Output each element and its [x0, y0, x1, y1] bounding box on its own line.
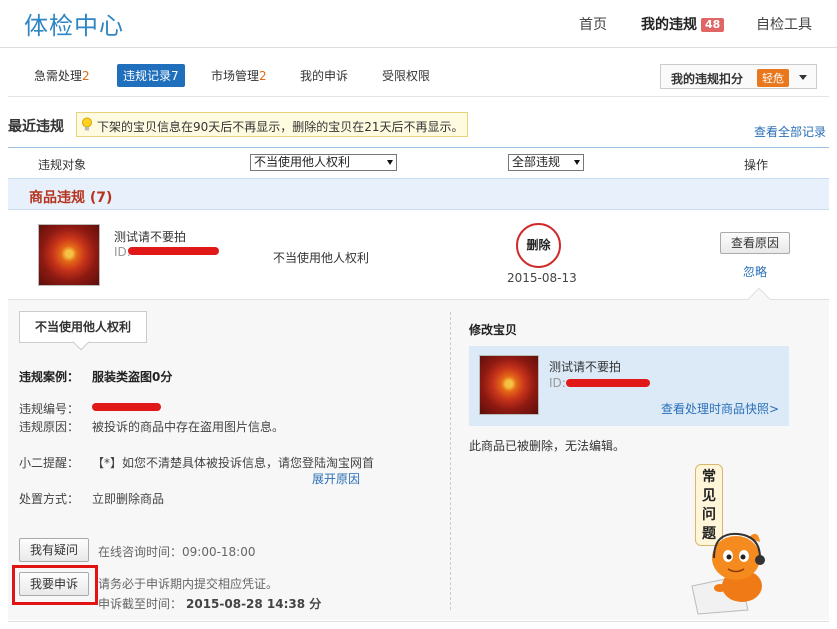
tab-violation-records[interactable]: 违规记录7	[117, 64, 185, 87]
reason-filter-value: 不当使用他人权利	[254, 155, 351, 169]
modify-item-title: 修改宝贝	[469, 323, 518, 337]
caret-down-icon	[574, 160, 580, 165]
tab-violation-records-label: 违规记录	[123, 69, 172, 83]
tab-urgent[interactable]: 急需处理2	[34, 67, 90, 84]
deduct-dropdown[interactable]: 我的违规扣分 轻危	[660, 64, 817, 89]
violations-count-badge: 48	[701, 18, 725, 32]
modify-item-id-label: ID:	[549, 376, 566, 390]
modify-item-name[interactable]: 测试请不要拍	[549, 358, 621, 375]
tab-my-appeals[interactable]: 我的申诉	[300, 67, 348, 84]
violation-reason-label: 违规原因：	[19, 420, 80, 434]
tab-violation-records-count: 7	[171, 69, 179, 83]
product-violations-header: 商品违规 (7)	[8, 178, 829, 210]
handling-method-value: 立即删除商品	[92, 492, 165, 506]
view-all-records-link[interactable]: 查看全部记录	[754, 123, 826, 140]
tab-my-appeals-label: 我的申诉	[300, 69, 349, 83]
redaction-mark	[128, 247, 219, 255]
product-thumbnail[interactable]	[38, 224, 100, 286]
expand-reason-link[interactable]: 展开原因	[312, 470, 360, 487]
violation-reason-value: 被投诉的商品中存在盗用图片信息。	[92, 420, 285, 434]
question-button[interactable]: 我有疑问	[19, 538, 89, 562]
modify-item-thumbnail[interactable]	[479, 355, 539, 415]
redaction-mark	[566, 379, 650, 387]
deleted-stamp: 删除	[516, 223, 561, 268]
header-divider	[0, 47, 837, 48]
tab-market-management-count: 2	[259, 69, 267, 83]
tip-value: 【*】如您不清楚具体被投诉信息，请您登陆淘宝网首	[92, 456, 375, 470]
violation-number-label: 违规编号：	[19, 402, 80, 416]
tab-restricted-permissions-label: 受限权限	[382, 69, 431, 83]
tab-urgent-count: 2	[82, 69, 90, 83]
redaction-mark	[92, 403, 161, 411]
tabs-divider	[8, 96, 829, 97]
bottom-divider	[8, 621, 829, 622]
tab-market-management[interactable]: 市场管理2	[211, 67, 267, 84]
column-action: 操作	[744, 158, 769, 172]
faq-char-3: 问	[702, 507, 716, 523]
nav-selfcheck-tool[interactable]: 自检工具	[756, 14, 812, 34]
mascot-icon[interactable]	[688, 528, 778, 616]
case-value: 服装类盗图0分	[92, 370, 173, 384]
violation-type-value: 全部违规	[512, 155, 561, 169]
view-snapshot-link[interactable]: 查看处理时商品快照>	[661, 400, 779, 417]
risk-level-badge: 轻危	[757, 69, 789, 87]
violation-reason: 不当使用他人权利	[273, 251, 370, 265]
deduct-label: 我的违规扣分	[671, 72, 744, 86]
column-violation-object: 违规对象	[38, 158, 87, 172]
handling-method-label: 处置方式：	[19, 492, 80, 506]
tab-market-management-label: 市场管理	[211, 69, 260, 83]
tab-restricted-permissions[interactable]: 受限权限	[382, 67, 430, 84]
consult-hours: 在线咨询时间：09:00-18:00	[98, 545, 256, 559]
violation-date: 2015-08-13	[507, 271, 577, 285]
product-name[interactable]: 测试请不要拍	[114, 228, 186, 245]
faq-char-2: 见	[702, 488, 716, 504]
view-reason-button[interactable]: 查看原因	[720, 232, 790, 254]
nav-my-violations-label: 我的违规	[641, 17, 697, 33]
reason-filter-select[interactable]: 不当使用他人权利	[250, 154, 397, 171]
violation-type-select[interactable]: 全部违规	[508, 154, 584, 171]
deadline-value: 2015-08-28 14:38 分	[186, 597, 322, 611]
deadline-label: 申诉截至时间：	[98, 597, 183, 611]
appeal-note: 请务必于申诉期内提交相应凭证。	[98, 577, 279, 591]
notice-text: 下架的宝贝信息在90天后不再显示，删除的宝贝在21天后不再显示。	[97, 120, 464, 134]
item-deleted-note: 此商品已被删除，无法编辑。	[469, 439, 626, 453]
product-violations-title: 商品违规 (7)	[29, 190, 113, 206]
ignore-link[interactable]: 忽略	[743, 263, 767, 280]
appeal-highlight-box	[12, 565, 98, 605]
nav-my-violations[interactable]: 我的违规 48	[641, 14, 725, 34]
case-label: 违规案例：	[19, 370, 80, 384]
nav-home[interactable]: 首页	[579, 14, 607, 34]
logo-title[interactable]: 体检中心	[24, 6, 124, 41]
chevron-down-icon	[799, 75, 807, 80]
caret-down-icon	[387, 160, 393, 165]
recent-violations-title: 最近违规	[8, 119, 64, 135]
tab-urgent-label: 急需处理	[34, 69, 83, 83]
faq-char-1: 常	[702, 469, 716, 485]
filter-divider	[8, 147, 829, 148]
notice-bar: 下架的宝贝信息在90天后不再显示，删除的宝贝在21天后不再显示。	[76, 112, 468, 137]
panel-divider	[450, 312, 451, 610]
lightbulb-icon	[82, 117, 92, 131]
tip-label: 小二提醒：	[19, 456, 80, 470]
